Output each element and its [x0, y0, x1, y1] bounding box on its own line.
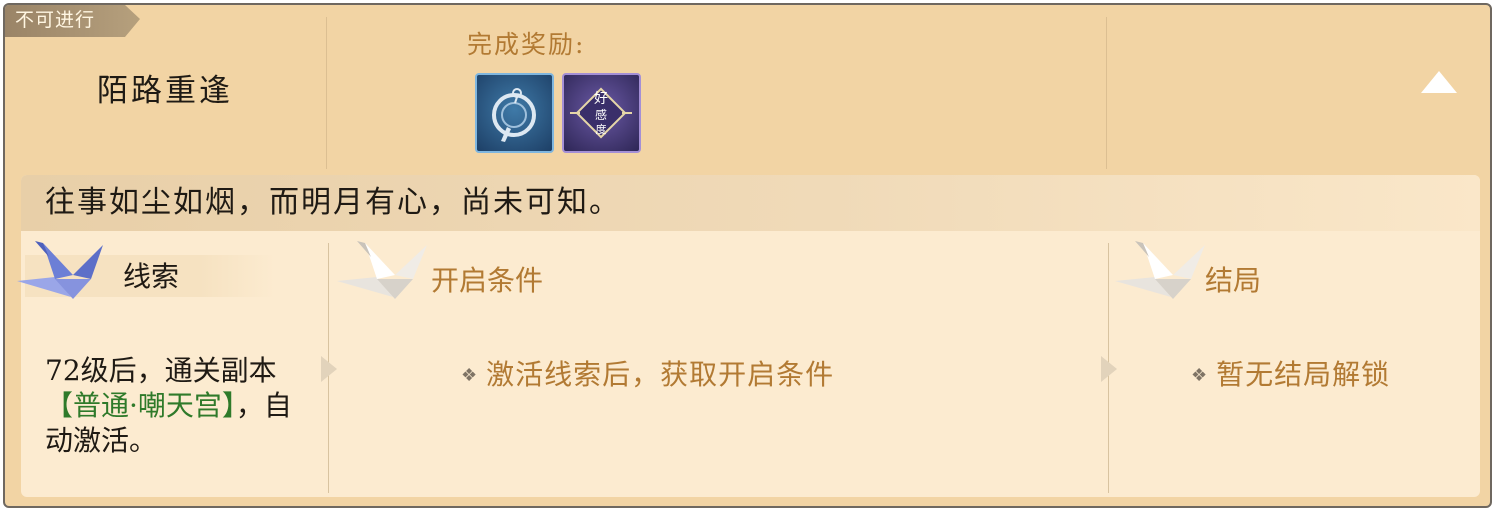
condition-text-label: 激活线索后，获取开启条件: [486, 358, 835, 391]
ending-heading: 结局: [1205, 264, 1262, 297]
reward-favor[interactable]: 好 感 度: [562, 73, 641, 153]
quest-title: 陌路重逢: [97, 73, 233, 109]
clue-text-prefix: 72级后，通关副本: [45, 354, 277, 387]
favor-icon: 好 感 度: [570, 87, 632, 139]
condition-text: ❖ 激活线索后，获取开启条件: [461, 357, 834, 394]
header-divider: [326, 17, 327, 169]
ring-pendant-icon: [492, 88, 536, 142]
svg-text:感: 感: [595, 107, 607, 122]
header-divider: [1106, 17, 1107, 169]
svg-text:好: 好: [594, 91, 608, 107]
paper-crane-icon: [337, 241, 427, 299]
ending-text-label: 暂无结局解锁: [1216, 358, 1391, 391]
condition-heading: 开启条件: [431, 264, 544, 297]
collapse-button[interactable]: [1419, 69, 1459, 95]
quest-description: 往事如尘如烟，而明月有心，尚未可知。: [21, 175, 1480, 231]
ending-text: ❖ 暂无结局解锁: [1191, 357, 1390, 394]
diamond-bullet-icon: ❖: [461, 365, 479, 386]
diamond-bullet-icon: ❖: [1191, 365, 1209, 386]
clue-dungeon-link[interactable]: 【普通·嘲天宫】: [45, 389, 236, 422]
svg-text:度: 度: [596, 122, 607, 136]
quest-card: 不可进行 陌路重逢 完成奖励: 好 感 度 往事如尘如烟，而明月有心，尚未可知。: [3, 3, 1492, 508]
paper-crane-icon: [1115, 241, 1205, 299]
paper-crane-icon: [17, 241, 103, 299]
clue-text: 72级后，通关副本【普通·嘲天宫】，自动激活。: [45, 353, 315, 458]
arrow-right-icon: [321, 356, 337, 382]
reward-ring-pendant[interactable]: [475, 73, 554, 153]
arrow-right-icon: [1101, 356, 1117, 382]
triangle-up-icon: [1421, 71, 1457, 93]
reward-label: 完成奖励:: [467, 30, 586, 59]
clue-heading: 线索: [123, 260, 180, 293]
status-tag: 不可进行: [5, 5, 140, 37]
